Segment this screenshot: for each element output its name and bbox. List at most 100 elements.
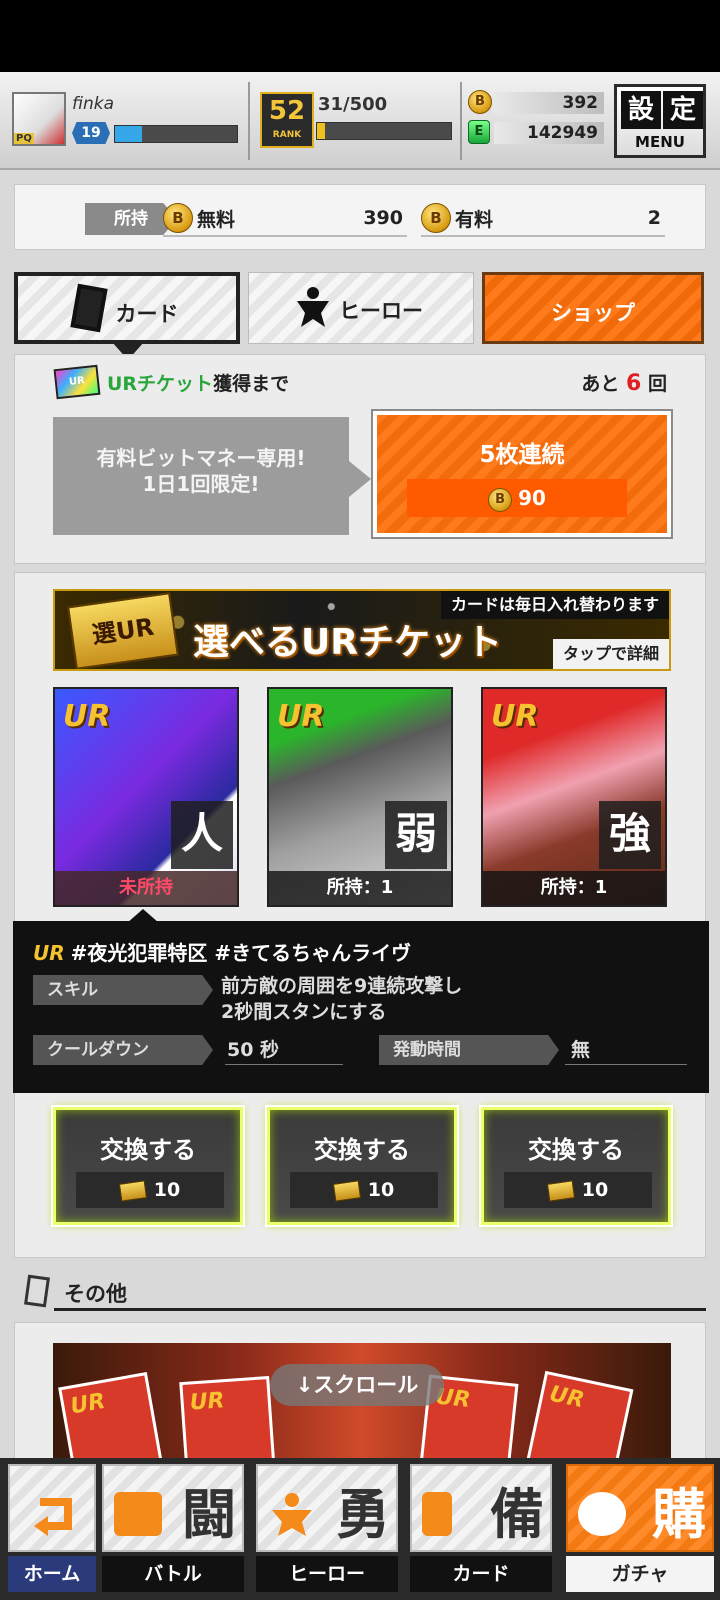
exchange-label: 交換する [314,1136,410,1164]
duration-value: 無 [565,1035,687,1065]
five-pull-button[interactable]: 5枚連続 B 90 [371,409,673,539]
tab-hero-label: ヒーロー [339,299,423,323]
selected-card-rarity: UR [33,941,65,965]
tab-hero[interactable]: ヒーロー [248,272,474,344]
ur-ticket-progress-title: URチケット獲得まで [107,369,289,396]
bit-coin-icon: B [488,487,513,512]
nav-hero-kanji: 勇 [336,1483,390,1546]
exchange-cost-value: 10 [367,1179,395,1201]
ur-card-option-3[interactable]: UR 強 所持：1 [481,687,667,907]
ur-ticket-remaining: あと 6 回 [581,369,667,396]
bit-coin-icon: B [468,90,492,114]
nav-hero[interactable]: 勇 ヒーロー [256,1464,398,1592]
tab-card[interactable]: カード [14,272,240,344]
skill-line-1: 前方敵の周囲を9連続攻撃し [221,975,463,997]
nav-home[interactable]: ホーム [8,1464,96,1592]
exchange-button-2[interactable]: 交換する 10 [265,1105,459,1227]
bit-coin-icon: B [421,203,451,233]
nav-gacha-label: ガチャ [566,1556,714,1592]
ur-ticket-icon [546,1179,575,1202]
coin-balance: B 392 [468,90,606,116]
player-header: PQ finka 19 52 RANK 31/500 B 392 E 14294… [0,72,720,170]
selected-card-name: UR #夜光犯罪特区 #きてるちゃんライヴ [33,937,411,966]
ur-ticket-title-rest: 獲得まで [213,373,290,395]
avatar-tag: PQ [14,133,34,144]
attribute-badge: 弱 [385,801,447,869]
rank-badge: 52 RANK [260,92,314,148]
selectable-ur-banner[interactable]: 選UR 選べるURチケット カードは毎日入れ替わります タップで詳細 [53,589,671,671]
exchange-cost: 10 [76,1172,224,1208]
tab-shop[interactable]: ショップ [482,272,704,344]
tab-card-label: カード [115,302,179,326]
menu-label: MENU [635,133,685,151]
banner-daily-note: カードは毎日入れ替わります [440,591,669,619]
hero-icon [268,1492,316,1536]
settings-menu-button[interactable]: 設 定 MENU [614,84,706,158]
exchange-button-3[interactable]: 交換する 10 [479,1105,673,1227]
nav-card-tile: 備 [410,1464,552,1552]
nav-hero-tile: 勇 [256,1464,398,1552]
gacha-capsule-icon [578,1492,626,1536]
avatar[interactable]: PQ [12,92,66,146]
header-divider [460,82,462,160]
header-divider [248,82,250,160]
ur-card-option-2[interactable]: UR 弱 所持：1 [267,687,453,907]
settings-kanji-1: 設 [621,91,661,129]
level-badge: 19 [72,122,110,144]
energy-balance: E 142949 [468,120,606,146]
rank-progress-text: 31/500 [318,94,388,115]
nav-gacha[interactable]: 購 ガチャ [566,1464,714,1592]
other-section-header: その他 [14,1272,706,1312]
banner-detail-link[interactable]: タップで詳細 [552,639,669,669]
rank-progress-bar [316,122,452,140]
skill-label: スキル [33,975,213,1005]
nav-battle-label: バトル [102,1556,244,1592]
card-skill-details: UR #夜光犯罪特区 #きてるちゃんライヴ スキル 前方敵の周囲を9連続攻撃し 2… [13,921,709,1093]
ur-card-option-1[interactable]: UR 人 未所持 [53,687,239,907]
settings-kanji-2: 定 [663,91,703,129]
five-pull-cost: B 90 [407,479,627,517]
ur-ticket-icon [118,1179,147,1202]
banner-title: 選べるURチケット [193,622,502,663]
level-progress-fill [115,126,142,142]
section-divider [54,1308,706,1311]
username: finka [72,94,115,114]
energy-icon: E [468,120,490,144]
nav-gacha-tile: 購 [566,1464,714,1552]
nav-home-tile [8,1464,96,1552]
exchange-label: 交換する [100,1136,196,1164]
exchange-button-1[interactable]: 交換する 10 [51,1105,245,1227]
bit-money-balance: 所持 B 無料 390 B 有料 2 [14,184,706,250]
remaining-prefix: あと [581,373,620,395]
five-pull-cost-value: 90 [518,486,546,510]
paid-balance: B 有料 2 [421,199,665,237]
remaining-count: 6 [626,371,642,396]
exchange-cost: 10 [504,1172,652,1208]
five-pull-label: 5枚連続 [479,442,565,468]
cooldown-value: 50 秒 [225,1035,343,1065]
skill-description: 前方敵の周囲を9連続攻撃し 2秒間スタンにする [221,973,462,1025]
other-gacha-banner[interactable]: UR UR UR UR [53,1343,671,1473]
nav-gacha-kanji: 購 [652,1483,706,1546]
nav-card[interactable]: 備 カード [410,1464,552,1592]
exchange-cost: 10 [290,1172,438,1208]
free-label: 無料 [197,209,236,231]
nav-battle-kanji: 闘 [182,1483,236,1546]
ur-ticket-icon: UR [53,364,101,400]
remaining-suffix: 回 [647,373,667,395]
nav-hero-label: ヒーロー [256,1556,398,1592]
exchange-cost-value: 10 [153,1179,181,1201]
exchange-cost-value: 10 [581,1179,609,1201]
other-section-title: その他 [64,1282,127,1306]
rarity-tag: UR [63,699,111,734]
rank-label: RANK [272,130,302,140]
tab-shop-label: ショップ [551,301,635,325]
paid-note-line2: 1日1回限定! [142,472,260,496]
skill-line-2: 2秒間スタンにする [221,1001,387,1023]
scroll-hint: ↓スクロール [270,1364,444,1406]
nav-card-label: カード [410,1556,552,1592]
nav-battle[interactable]: 闘 バトル [102,1464,244,1592]
rarity-tag: UR [491,699,539,734]
duration-label: 発動時間 [379,1035,559,1065]
ur-ticket-panel: UR URチケット獲得まで あと 6 回 有料ビットマネー専用! 1日1回限定!… [14,354,706,564]
